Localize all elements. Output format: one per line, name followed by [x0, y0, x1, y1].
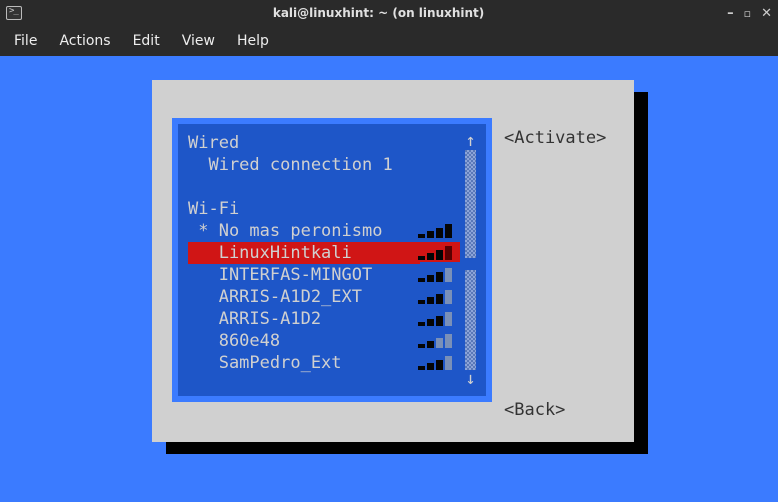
- signal-icon: [418, 312, 458, 326]
- wired-header-row: Wired: [188, 132, 460, 154]
- wifi-item[interactable]: INTERFAS-MINGOT: [188, 264, 460, 286]
- connection-list[interactable]: Wired Wired connection 1 Wi-Fi * No mas …: [188, 132, 460, 388]
- wifi-header-row: Wi-Fi: [188, 198, 460, 220]
- titlebar: kali@linuxhint: ~ (on linuxhint) – ▫ ✕: [0, 0, 778, 26]
- nmtui-dialog: Wired Wired connection 1 Wi-Fi * No mas …: [152, 80, 634, 442]
- menu-help[interactable]: Help: [237, 33, 269, 49]
- back-button[interactable]: <Back>: [504, 400, 565, 420]
- menu-edit[interactable]: Edit: [133, 33, 160, 49]
- scroll-up-icon[interactable]: ↑: [465, 132, 475, 150]
- wired-item[interactable]: Wired connection 1: [188, 154, 460, 176]
- scrollbar-thumb-gap: [465, 258, 476, 270]
- minimize-button[interactable]: –: [727, 7, 734, 20]
- terminal-area: Wired Wired connection 1 Wi-Fi * No mas …: [0, 56, 778, 502]
- signal-icon: [418, 334, 458, 348]
- connection-list-panel: Wired Wired connection 1 Wi-Fi * No mas …: [172, 118, 492, 402]
- activate-button[interactable]: <Activate>: [504, 128, 606, 148]
- scroll-down-icon[interactable]: ↓: [465, 370, 475, 388]
- scrollbar[interactable]: ↑ ↓: [465, 132, 476, 388]
- menubar: File Actions Edit View Help: [0, 26, 778, 56]
- wired-item-label: Wired connection 1: [188, 154, 460, 176]
- menu-file[interactable]: File: [14, 33, 37, 49]
- menu-actions[interactable]: Actions: [59, 33, 110, 49]
- wifi-item[interactable]: * No mas peronismo: [188, 220, 460, 242]
- close-button[interactable]: ✕: [761, 7, 772, 20]
- window-controls: – ▫ ✕: [727, 7, 772, 20]
- blank-row: [188, 176, 460, 198]
- menu-view[interactable]: View: [182, 33, 215, 49]
- signal-icon: [418, 224, 458, 238]
- terminal-icon: [6, 6, 22, 20]
- signal-icon: [418, 268, 458, 282]
- window-title: kali@linuxhint: ~ (on linuxhint): [30, 6, 727, 20]
- wifi-item[interactable]: 860e48: [188, 330, 460, 352]
- wifi-item[interactable]: ARRIS-A1D2: [188, 308, 460, 330]
- wifi-item[interactable]: ARRIS-A1D2_EXT: [188, 286, 460, 308]
- wired-header: Wired: [188, 132, 460, 154]
- wifi-item[interactable]: LinuxHintkali: [188, 242, 460, 264]
- wifi-item[interactable]: SamPedro_Ext: [188, 352, 460, 374]
- signal-icon: [418, 246, 458, 260]
- maximize-button[interactable]: ▫: [744, 8, 751, 21]
- scrollbar-track[interactable]: [465, 150, 476, 370]
- signal-icon: [418, 290, 458, 304]
- signal-icon: [418, 356, 458, 370]
- wifi-header: Wi-Fi: [188, 198, 460, 220]
